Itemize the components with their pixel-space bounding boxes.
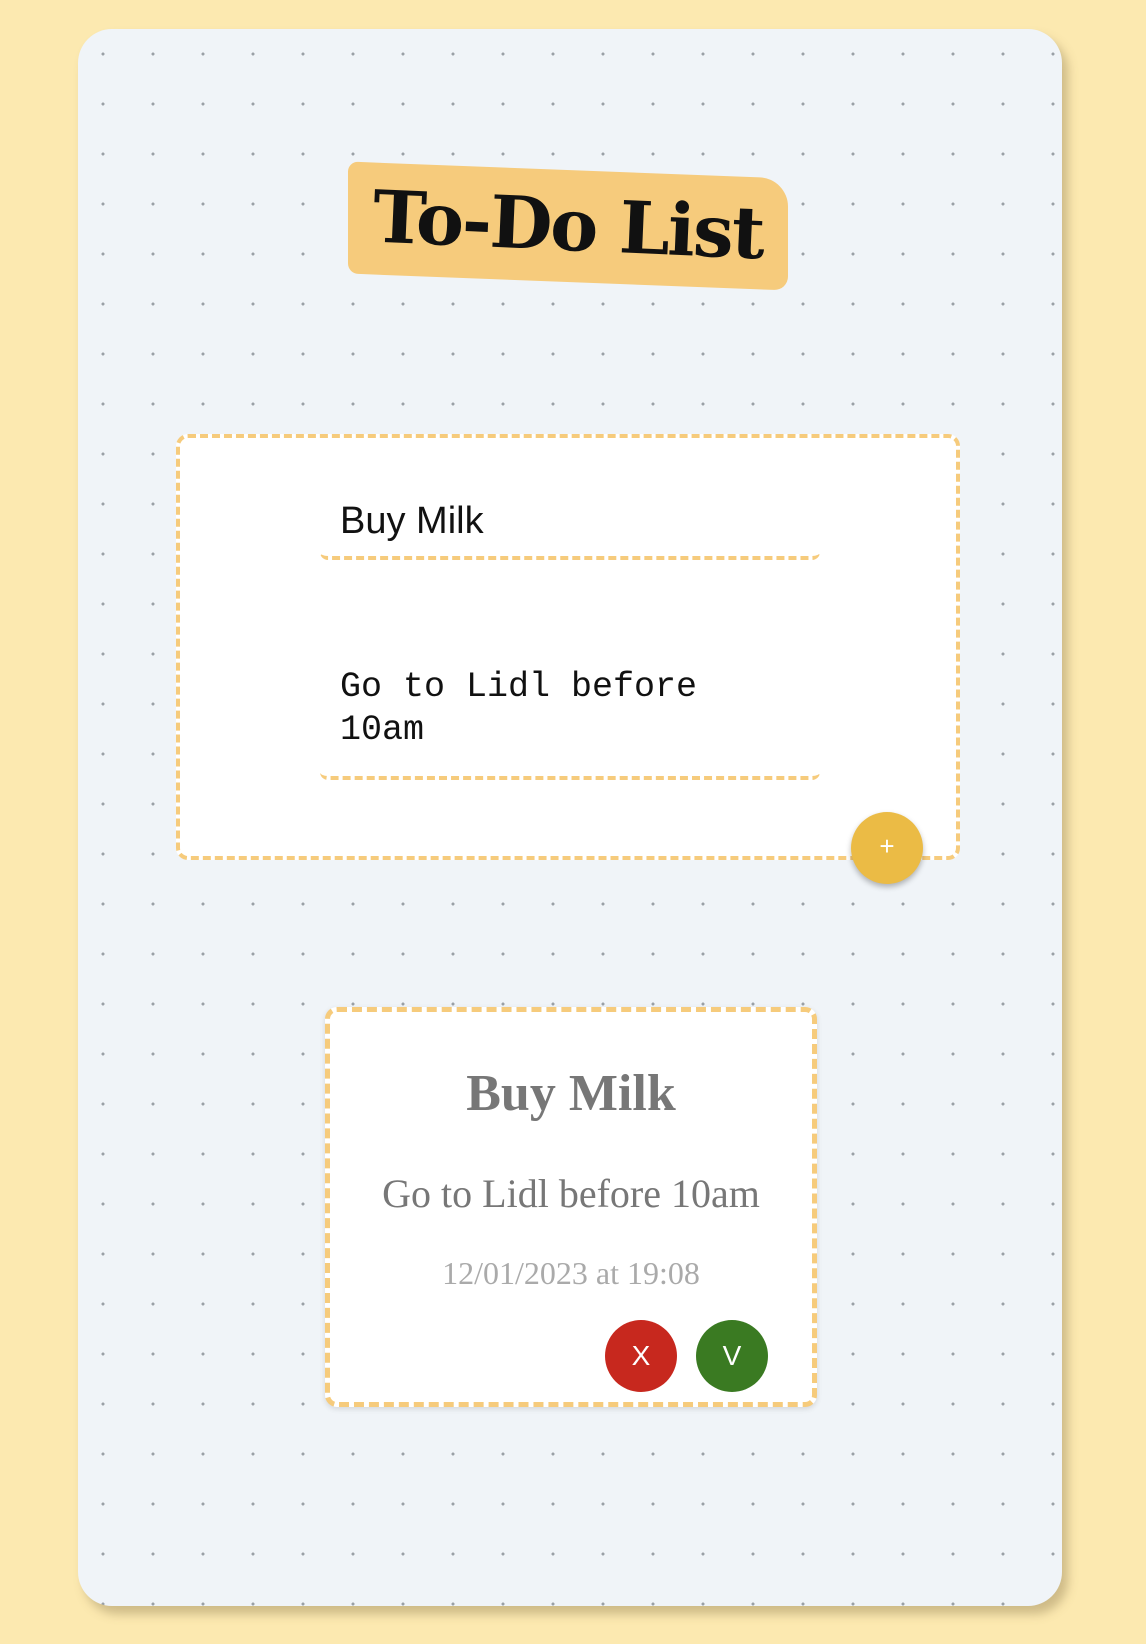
new-todo-form: Buy Milk Go to Lidl before 10am <box>176 434 960 860</box>
add-todo-button[interactable]: + <box>851 812 923 884</box>
todo-title-input[interactable]: Buy Milk <box>320 478 820 560</box>
page-title-banner: To-Do List <box>348 161 788 291</box>
page-title: To-Do List <box>371 173 765 276</box>
todo-item-card: Buy Milk Go to Lidl before 10am 12/01/20… <box>325 1007 817 1407</box>
todo-board: To-Do List Buy Milk Go to Lidl before 10… <box>78 29 1062 1606</box>
complete-todo-button[interactable]: V <box>696 1320 768 1392</box>
delete-todo-button[interactable]: X <box>605 1320 677 1392</box>
todo-item-timestamp: 12/01/2023 at 19:08 <box>442 1255 700 1291</box>
todo-description-textarea[interactable]: Go to Lidl before 10am <box>320 648 820 780</box>
todo-item-title: Buy Milk <box>466 1065 676 1122</box>
todo-item-description: Go to Lidl before 10am <box>382 1171 760 1216</box>
